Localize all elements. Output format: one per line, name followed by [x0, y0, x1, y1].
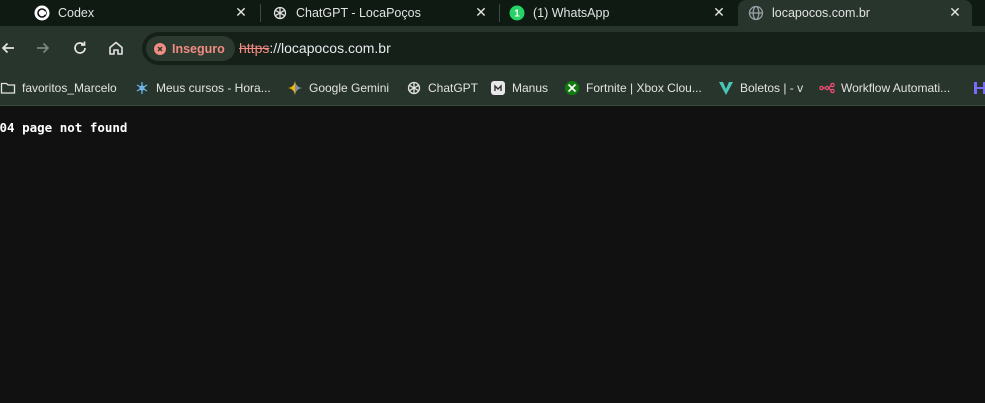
tab-divider [260, 4, 261, 22]
bookmark-site-icon [972, 80, 985, 96]
whatsapp-icon: 1 [509, 5, 525, 21]
svg-text:1: 1 [514, 9, 520, 20]
tab-whatsapp[interactable]: 1 (1) WhatsApp ✕ [500, 0, 736, 26]
globe-icon [748, 5, 764, 21]
bookmark-label: Workflow Automati... [841, 81, 951, 95]
page-content: 404 page not found [0, 106, 985, 403]
tab-title: (1) WhatsApp [533, 6, 610, 20]
insecure-icon [154, 42, 166, 55]
arrow-right-icon [37, 42, 50, 54]
manus-icon [490, 80, 506, 96]
bookmark-label: Manus [512, 81, 549, 95]
reload-icon [74, 41, 86, 54]
address-bar[interactable]: Inseguro https://locapocos.com.br [142, 32, 985, 65]
bookmark-chatgpt[interactable]: ChatGPT [406, 79, 478, 97]
tab-title: Codex [58, 6, 95, 20]
folder-icon [0, 80, 16, 96]
bookmark-label: Google Gemini [309, 81, 390, 95]
bookmark-workflow-automation[interactable]: Workflow Automati... [819, 79, 950, 97]
reload-button[interactable] [68, 36, 92, 60]
home-button[interactable] [104, 36, 128, 60]
url-host: ://locapocos.com.br [269, 40, 391, 56]
gemini-icon [287, 80, 303, 96]
chatgpt-icon [406, 80, 422, 96]
home-icon [109, 41, 123, 55]
url-text[interactable]: https://locapocos.com.br [239, 40, 391, 56]
close-tab-icon[interactable]: ✕ [234, 5, 248, 19]
tab-chatgpt-locapocos[interactable]: ChatGPT - LocaPoços ✕ [262, 0, 498, 26]
back-button[interactable] [0, 36, 20, 60]
url-scheme: https [239, 40, 270, 56]
tab-locapocos[interactable]: locapocos.com.br ✕ [738, 0, 972, 26]
vuetify-icon [718, 80, 734, 96]
bookmark-label: Boletos | - v [740, 81, 804, 95]
tab-title: locapocos.com.br [772, 6, 870, 20]
toolbar: Inseguro https://locapocos.com.br [0, 26, 985, 70]
bookmark-label: ChatGPT [428, 81, 479, 95]
bookmark-label: favoritos_Marcelo [22, 81, 117, 95]
forward-button[interactable] [31, 36, 55, 60]
bookmark-label: Fortnite | Xbox Clou... [586, 81, 702, 95]
close-tab-icon[interactable]: ✕ [474, 5, 488, 19]
tab-title: ChatGPT - LocaPoços [296, 6, 421, 20]
bookmark-more[interactable] [972, 79, 985, 97]
xbox-icon [564, 80, 580, 96]
security-label: Inseguro [172, 41, 225, 56]
n8n-icon [819, 80, 835, 96]
bookmark-label: Meus cursos - Hora... [156, 81, 271, 95]
tab-strip: Codex ✕ ChatGPT - LocaPoços ✕ 1 (1) What… [0, 0, 985, 26]
chatgpt-icon [272, 5, 288, 21]
bookmark-fortnite-xbox[interactable]: Fortnite | Xbox Clou... [564, 79, 702, 97]
bookmark-boletos[interactable]: Boletos | - v [718, 79, 803, 97]
close-tab-icon[interactable]: ✕ [948, 5, 962, 19]
bookmark-manus[interactable]: Manus [490, 79, 548, 97]
security-chip[interactable]: Inseguro [146, 36, 235, 61]
bookmark-google-gemini[interactable]: Google Gemini [287, 79, 389, 97]
bookmark-meus-cursos[interactable]: Meus cursos - Hora... [134, 79, 271, 97]
tab-codex[interactable]: Codex ✕ [0, 0, 258, 26]
bookmark-favoritos-marcelo[interactable]: favoritos_Marcelo [0, 79, 117, 97]
error-message: 404 page not found [0, 120, 128, 135]
bookmarks-bar: favoritos_Marcelo Meus cursos - Hora... … [0, 70, 985, 106]
openai-codex-icon [34, 5, 50, 21]
hora-icon [134, 80, 150, 96]
close-tab-icon[interactable]: ✕ [712, 5, 726, 19]
arrow-left-icon [1, 42, 14, 54]
